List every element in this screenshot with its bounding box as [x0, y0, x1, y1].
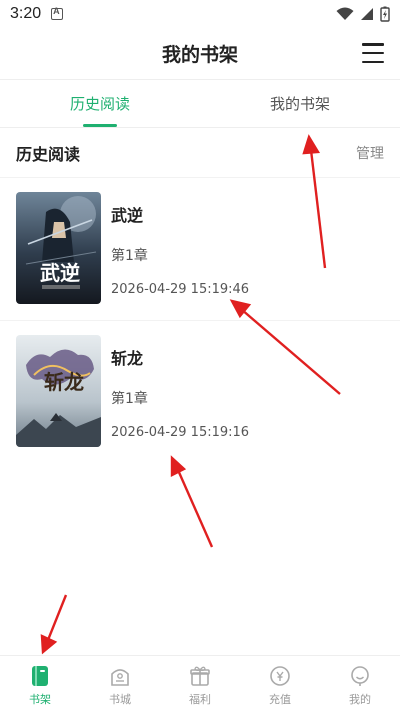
recharge-icon	[270, 666, 290, 686]
tab-my-bookshelf-label: 我的书架	[269, 95, 330, 113]
book-cover-title: 武逆	[40, 261, 80, 285]
status-bar: 3:20	[0, 0, 400, 28]
tab-active-indicator	[83, 124, 117, 127]
hamburger-menu-icon[interactable]	[362, 43, 384, 63]
nav-item-welfare[interactable]: 福利	[160, 656, 240, 710]
nav-item-bookstore[interactable]: 书城	[80, 656, 160, 710]
list-item[interactable]: 武逆 武逆 第1章 2026-04-29 15:19:46	[0, 178, 400, 321]
wifi-icon	[336, 7, 354, 20]
nav-item-profile[interactable]: 我的	[320, 656, 400, 710]
book-cover[interactable]: 斩龙	[16, 335, 101, 447]
bottom-nav: 书架 书城 福利 充值 我的	[0, 655, 400, 710]
book-chapter: 第1章	[111, 391, 148, 407]
nav-label-welfare: 福利	[189, 693, 211, 706]
tab-my-bookshelf[interactable]: 我的书架	[200, 80, 400, 127]
nav-label-recharge: 充值	[269, 693, 291, 706]
book-chapter: 第1章	[111, 248, 148, 264]
annotation-arrow	[46, 594, 68, 641]
book-title: 武逆	[111, 206, 144, 225]
tab-bar: 历史阅读 我的书架	[0, 80, 400, 128]
book-read-time: 2026-04-29 15:19:16	[111, 425, 250, 440]
bookshelf-icon	[32, 666, 48, 686]
book-read-time: 2026-04-29 15:19:46	[111, 282, 250, 297]
gift-icon	[190, 666, 210, 686]
nav-label-bookshelf: 书架	[29, 693, 51, 706]
tab-history[interactable]: 历史阅读	[0, 80, 200, 127]
status-icons	[336, 6, 390, 22]
bookstore-icon	[111, 669, 129, 686]
book-cover-title: 斩龙	[44, 370, 84, 394]
section-header: 历史阅读 管理	[0, 128, 400, 178]
book-list: 武逆 武逆 第1章 2026-04-29 15:19:46 斩龙 斩龙 第1章 …	[0, 178, 400, 464]
book-cover-art: 斩龙	[16, 335, 101, 447]
signal-icon	[361, 8, 373, 20]
profile-icon	[351, 666, 369, 686]
book-cover[interactable]: 武逆	[16, 192, 101, 304]
page-title: 我的书架	[161, 44, 238, 66]
nav-label-profile: 我的	[349, 693, 371, 706]
annotation-arrow	[176, 469, 214, 548]
book-title: 斩龙	[111, 349, 144, 368]
nav-item-bookshelf[interactable]: 书架	[0, 656, 80, 710]
list-item[interactable]: 斩龙 斩龙 第1章 2026-04-29 15:19:16	[0, 321, 400, 464]
section-title: 历史阅读	[16, 144, 81, 164]
notification-icon	[51, 6, 64, 20]
book-cover-art: 武逆	[16, 192, 101, 304]
manage-button[interactable]: 管理	[356, 143, 384, 163]
annotation-arrowhead	[40, 634, 58, 655]
status-time: 3:20	[10, 5, 42, 22]
battery-icon	[380, 6, 390, 22]
nav-item-recharge[interactable]: 充值	[240, 656, 320, 710]
tab-history-label: 历史阅读	[69, 95, 130, 113]
app-header: 我的书架	[0, 28, 400, 80]
nav-label-bookstore: 书城	[109, 693, 131, 706]
